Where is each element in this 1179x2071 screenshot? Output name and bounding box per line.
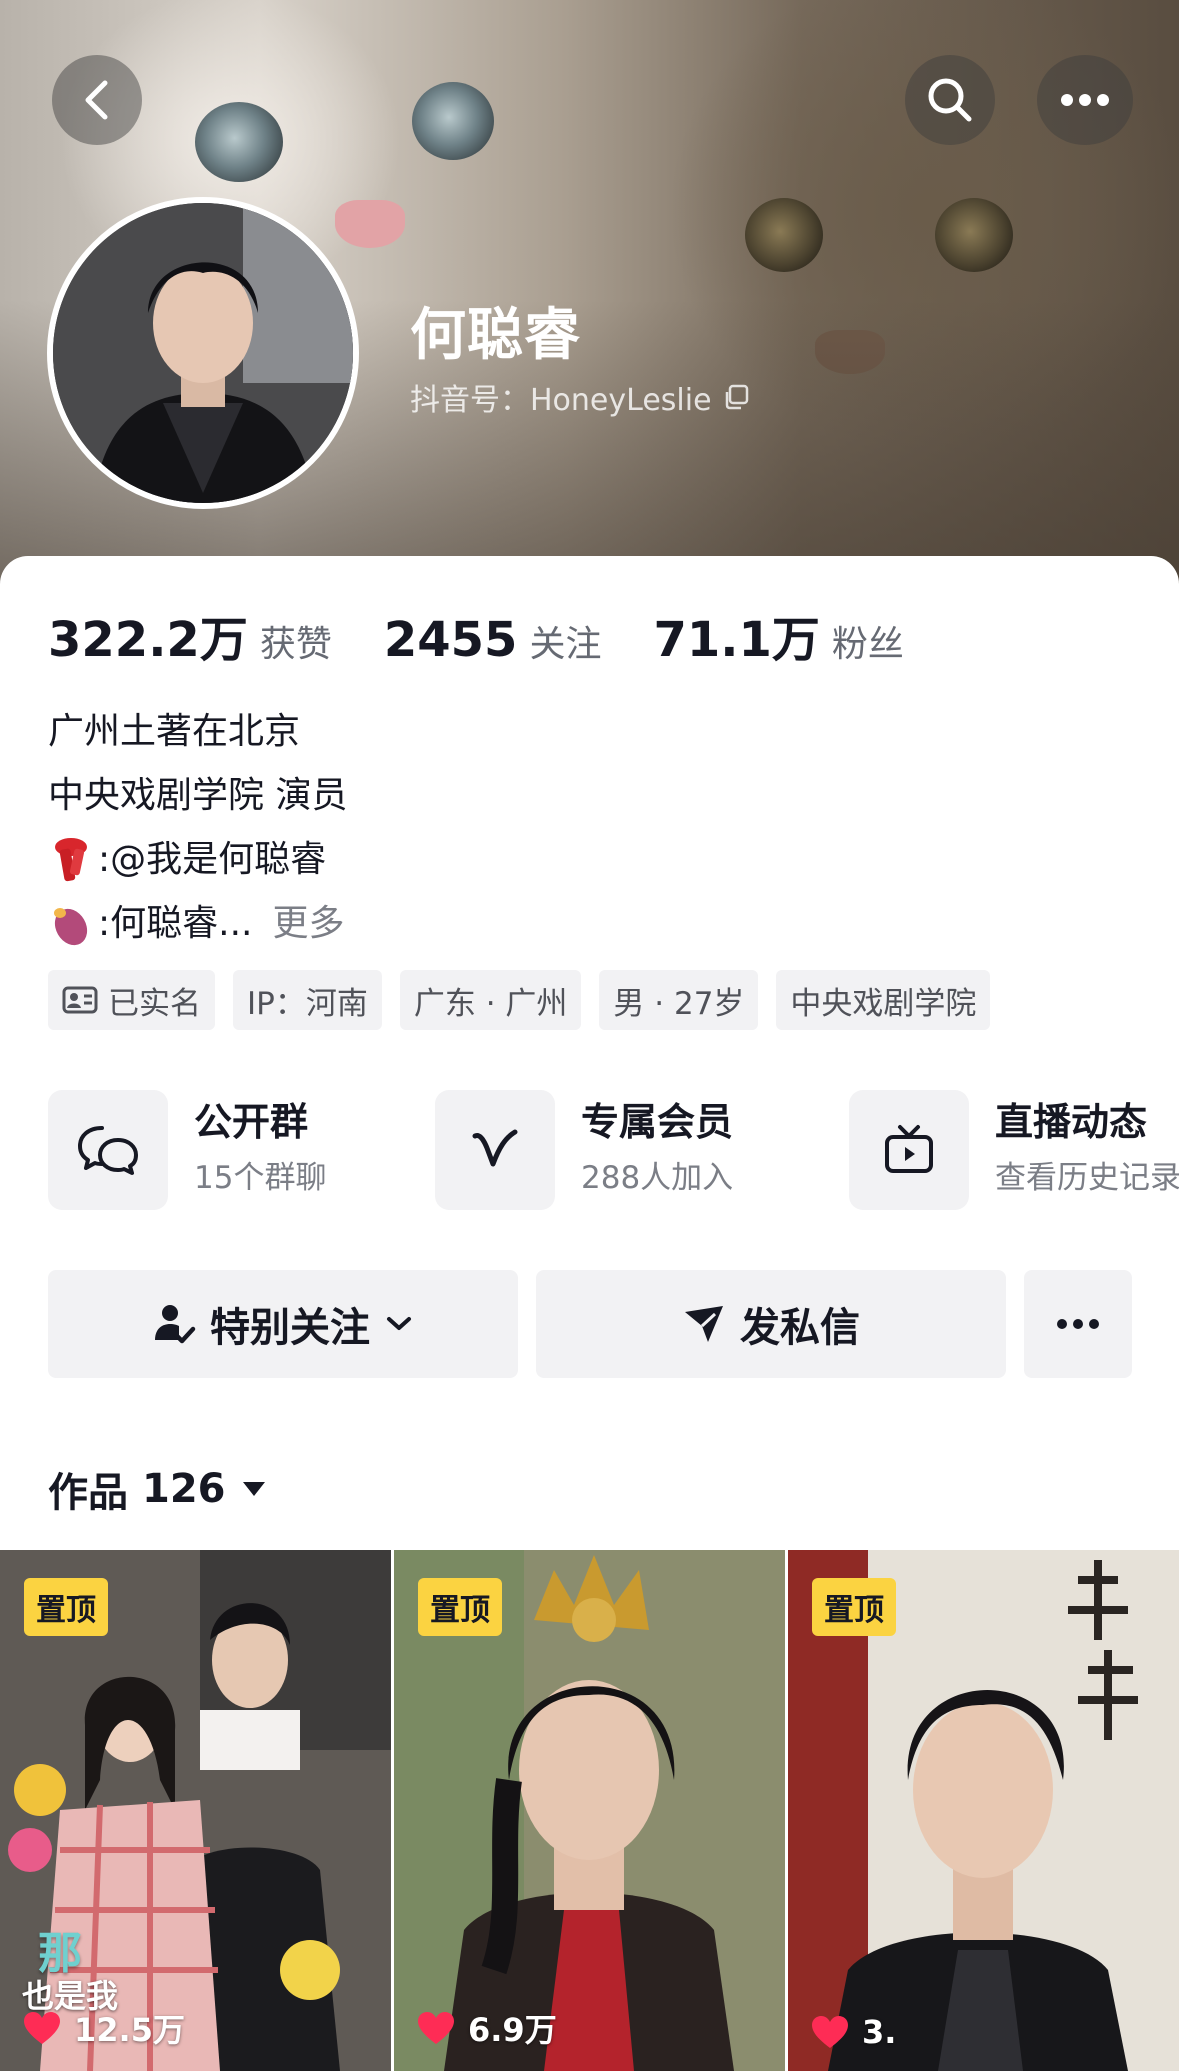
stat-likes[interactable]: 322.2万 获赞 xyxy=(48,600,332,670)
bio-line-more: :何聪睿... 更多 xyxy=(48,892,347,956)
tag-school[interactable]: 中央戏剧学院 xyxy=(776,970,991,1030)
chat-bubbles-icon xyxy=(78,1126,138,1175)
pinned-badge: 置顶 xyxy=(418,1578,502,1636)
heart-icon xyxy=(418,2012,454,2044)
stat-label: 粉丝 xyxy=(831,624,904,665)
feature-title: 直播动态 xyxy=(995,1100,1148,1144)
feature-title: 专属会员 xyxy=(581,1100,734,1144)
special-follow-button[interactable]: 特别关注 xyxy=(48,1270,518,1378)
pinned-badge: 置顶 xyxy=(812,1578,896,1636)
video-likes: 6.9万 xyxy=(416,2005,557,2051)
feature-membership[interactable]: 专属会员 288人加入 xyxy=(435,1090,733,1210)
more-options-button[interactable] xyxy=(1037,55,1133,145)
douyin-id-row[interactable]: 抖音号：HoneyLeslie xyxy=(410,375,750,419)
banner-cat-nose xyxy=(335,200,405,248)
more-dots-icon xyxy=(1057,1319,1099,1329)
send-icon xyxy=(685,1306,723,1342)
tag-label: 男 · 27岁 xyxy=(613,985,745,1022)
feature-subtitle: 288人加入 xyxy=(581,1160,734,1196)
scarf-emoji-icon xyxy=(55,838,87,882)
caret-down-icon xyxy=(242,1482,265,1496)
more-actions-button[interactable] xyxy=(1024,1270,1132,1378)
bio: 广州土著在北京 中央戏剧学院 演员 :@我是何聪睿 :何聪睿... 更多 xyxy=(48,700,347,956)
stats-row: 322.2万 获赞 2455 关注 71.1万 粉丝 xyxy=(48,600,956,670)
video-thumbnail[interactable]: 置顶 那 也是我 12.5万 xyxy=(0,1550,391,2071)
avatar[interactable] xyxy=(47,197,359,509)
tag-verified: 已实名 xyxy=(48,970,215,1030)
bio-mention-text: :@我是何聪睿 xyxy=(98,839,327,880)
stat-label: 获赞 xyxy=(259,624,332,665)
profile-page: 何聪睿 抖音号：HoneyLeslie 322.2万 获赞 2455 关注 71… xyxy=(0,0,1179,2071)
feature-icon-box xyxy=(435,1090,555,1210)
douyin-id: 抖音号：HoneyLeslie xyxy=(410,383,712,418)
pinned-badge: 置顶 xyxy=(24,1578,108,1636)
tag-gender-age: 男 · 27岁 xyxy=(599,970,759,1030)
tag-label: 已实名 xyxy=(108,985,201,1022)
works-count: 126 xyxy=(142,1466,226,1512)
bio-line: 广州土著在北京 xyxy=(48,711,301,752)
search-button[interactable] xyxy=(905,55,995,145)
special-follow-label: 特别关注 xyxy=(210,1305,370,1351)
banner-cat-eye xyxy=(412,82,494,160)
feature-public-group[interactable]: 公开群 15个群聊 xyxy=(48,1090,326,1210)
copy-icon[interactable] xyxy=(722,383,750,411)
banner-cat-eye xyxy=(935,198,1013,272)
tag-label: 广东 · 广州 xyxy=(413,985,568,1022)
user-check-icon xyxy=(155,1305,196,1344)
send-message-button[interactable]: 发私信 xyxy=(536,1270,1006,1378)
avatar-portrait xyxy=(53,203,353,503)
video-like-count: 3. xyxy=(862,2013,897,2051)
video-like-count: 12.5万 xyxy=(74,2011,185,2049)
bio-line: 中央戏剧学院 演员 xyxy=(48,775,348,816)
chevron-left-icon xyxy=(85,80,108,120)
tag-row: 已实名 IP：河南 广东 · 广州 男 · 27岁 中央戏剧学院 xyxy=(48,970,991,1030)
heart-icon xyxy=(24,2012,60,2044)
works-tab[interactable]: 作品 126 xyxy=(48,1460,268,1518)
stat-label: 关注 xyxy=(529,624,602,665)
send-message-label: 发私信 xyxy=(740,1305,860,1351)
back-button[interactable] xyxy=(52,55,142,145)
video-like-count: 6.9万 xyxy=(468,2011,557,2049)
feature-row: 公开群 15个群聊 专属会员 288人加入 直播动态 查看历史记录 xyxy=(48,1090,1179,1210)
sweet-potato-emoji-icon xyxy=(54,908,88,946)
feature-title: 公开群 xyxy=(194,1100,309,1144)
stat-followers[interactable]: 71.1万 粉丝 xyxy=(653,600,903,670)
more-dots-icon xyxy=(1061,94,1109,106)
stat-following[interactable]: 2455 关注 xyxy=(384,612,602,668)
membership-v-icon xyxy=(472,1129,518,1167)
tv-icon xyxy=(885,1125,933,1173)
video-grid: 置顶 那 也是我 12.5万 置顶 6.9万 置顶 3. xyxy=(0,1550,1179,2071)
banner-cat-nose xyxy=(815,330,885,374)
video-thumbnail[interactable]: 置顶 3. xyxy=(788,1550,1179,2071)
tag-location: 广东 · 广州 xyxy=(399,970,582,1030)
banner-cat-eye xyxy=(195,102,283,182)
tag-label: IP：河南 xyxy=(247,985,368,1022)
heart-icon xyxy=(812,2016,848,2048)
feature-subtitle: 查看历史记录 xyxy=(995,1160,1179,1196)
bio-line-mention[interactable]: :@我是何聪睿 xyxy=(48,828,347,892)
banner-cat-eye xyxy=(745,198,823,272)
stat-value: 71.1万 xyxy=(653,612,820,668)
video-likes: 3. xyxy=(810,2013,896,2051)
tag-ip: IP：河南 xyxy=(233,970,382,1030)
video-likes: 12.5万 xyxy=(22,2005,185,2051)
bio-line-text: :何聪睿... xyxy=(98,903,253,944)
profile-name: 何聪睿 xyxy=(410,303,581,368)
stat-value: 2455 xyxy=(383,612,518,668)
feature-icon-box xyxy=(48,1090,168,1210)
video-thumbnail[interactable]: 置顶 6.9万 xyxy=(394,1550,785,2071)
stat-value: 322.2万 xyxy=(48,612,248,668)
search-icon xyxy=(928,78,972,122)
works-label: 作品 xyxy=(48,1470,128,1516)
id-card-icon xyxy=(62,986,98,1014)
feature-subtitle: 15个群聊 xyxy=(194,1160,327,1196)
chevron-down-icon xyxy=(387,1317,411,1330)
bio-more-link[interactable]: 更多 xyxy=(272,892,344,956)
tag-label: 中央戏剧学院 xyxy=(790,985,977,1022)
feature-live-history[interactable]: 直播动态 查看历史记录 xyxy=(849,1090,1179,1210)
feature-icon-box xyxy=(849,1090,969,1210)
